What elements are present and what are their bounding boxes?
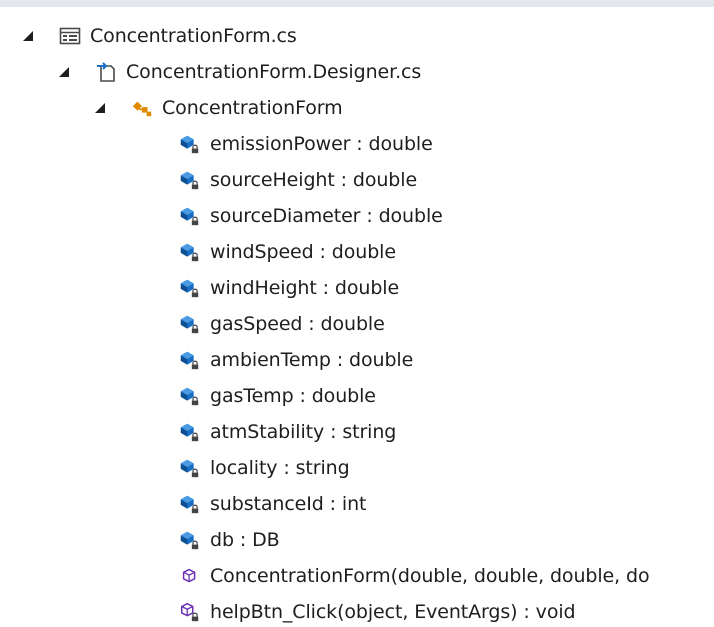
tree-item-label: ConcentrationForm(double, double, double… [210,565,650,587]
tree-item-label: emissionPower : double [210,133,433,155]
private-field-icon [179,205,201,227]
tree-item-member[interactable]: gasSpeed : double [11,307,714,341]
private-field-icon [179,457,201,479]
tree-item-label: ConcentrationForm [162,97,343,119]
toolbar-edge [0,0,714,7]
tree-item-label: helpBtn_Click(object, EventArgs) : void [210,601,576,623]
form-file-icon [59,25,81,47]
tree-item-member[interactable]: ConcentrationForm(double, double, double… [11,559,714,593]
tree-item-label: ConcentrationForm.Designer.cs [126,61,422,83]
tree-item-member[interactable]: atmStability : string [11,415,714,449]
tree-item-member[interactable]: locality : string [11,451,714,485]
tree-item-member[interactable]: helpBtn_Click(object, EventArgs) : void [11,595,714,627]
tree-item-member[interactable]: windSpeed : double [11,235,714,269]
private-field-icon [179,493,201,515]
private-method-icon [179,601,201,623]
tree-item-member[interactable]: ambienTemp : double [11,343,714,377]
expanded-triangle-icon[interactable] [21,28,37,44]
tree-item-label: sourceDiameter : double [210,205,443,227]
tree-item-label: sourceHeight : double [210,169,418,191]
tree-item-label: db : DB [210,529,280,551]
tree-item-class[interactable]: ConcentrationForm [11,91,711,125]
designer-file-icon [95,61,117,83]
class-icon [131,97,153,119]
expanded-triangle-icon[interactable] [57,64,73,80]
private-field-icon [179,313,201,335]
private-field-icon [179,169,201,191]
tree-item-label: gasTemp : double [210,385,376,407]
tree-item-member[interactable]: windHeight : double [11,271,714,305]
tree-item-label: substanceId : int [210,493,367,515]
solution-explorer-tree: ConcentrationForm.cs ConcentrationForm.D… [0,0,714,627]
tree-item-label: windSpeed : double [210,241,396,263]
private-field-icon [179,421,201,443]
tree-item-label: windHeight : double [210,277,400,299]
private-field-icon [179,385,201,407]
private-field-icon [179,133,201,155]
tree-item-label: ConcentrationForm.cs [90,25,297,47]
tree-item-label: locality : string [210,457,350,479]
tree-item-member[interactable]: gasTemp : double [11,379,714,413]
tree-item-label: atmStability : string [210,421,397,443]
tree-item-designer-file[interactable]: ConcentrationForm.Designer.cs [11,55,711,89]
private-field-icon [179,349,201,371]
tree-item-form-file[interactable]: ConcentrationForm.cs [11,19,711,53]
tree-item-member[interactable]: sourceHeight : double [11,163,714,197]
tree-item-label: gasSpeed : double [210,313,385,335]
private-field-icon [179,241,201,263]
tree-item-member[interactable]: db : DB [11,523,714,557]
tree-item-label: ambienTemp : double [210,349,414,371]
private-field-icon [179,529,201,551]
method-icon [179,565,201,587]
expanded-triangle-icon[interactable] [93,100,109,116]
tree-item-member[interactable]: sourceDiameter : double [11,199,714,233]
private-field-icon [179,277,201,299]
tree-item-member[interactable]: emissionPower : double [11,127,714,161]
tree-item-member[interactable]: substanceId : int [11,487,714,521]
